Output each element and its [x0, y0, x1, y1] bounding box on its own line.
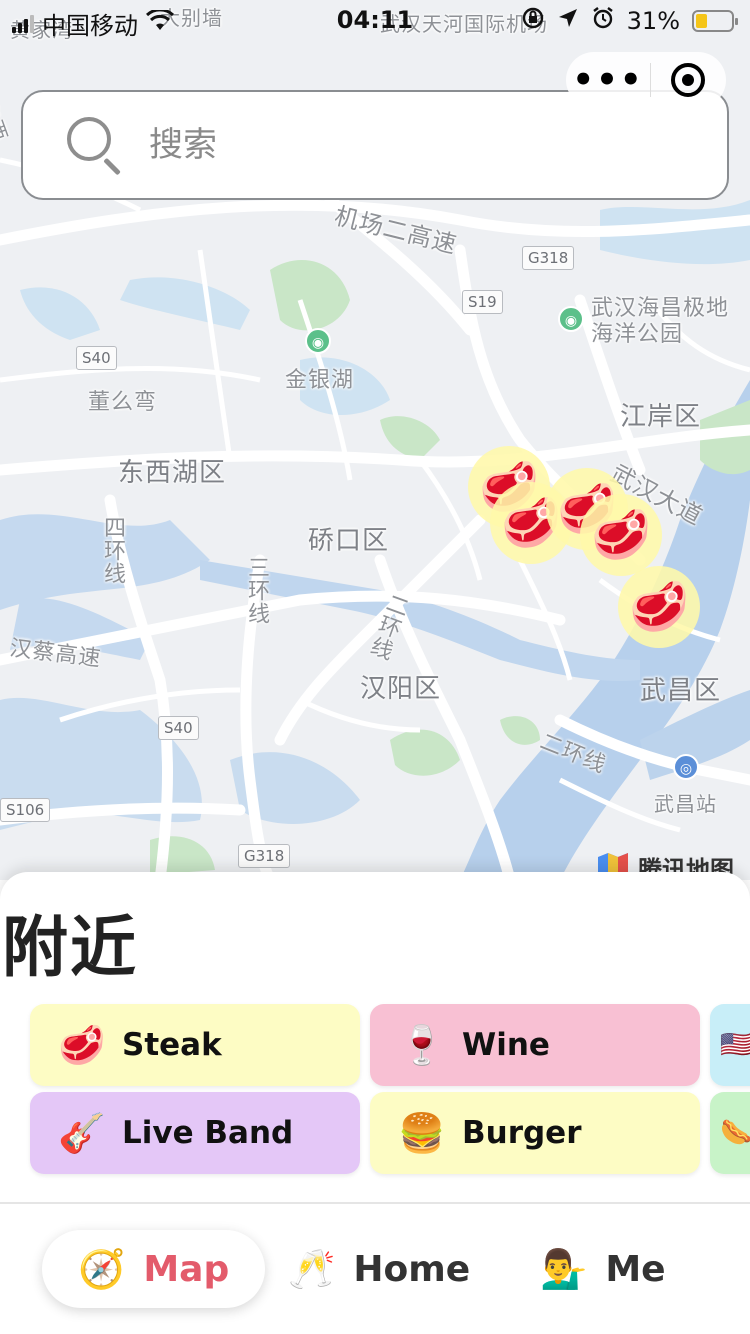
map-label-ring3: 三环线 — [244, 556, 269, 625]
category-wine-button[interactable]: 🍷 Wine — [370, 1004, 700, 1086]
tab-me[interactable]: 💁‍♂️ Me — [540, 1230, 666, 1308]
road-shield-g318: G318 — [522, 246, 575, 270]
map-label-qiaokou: 硚口区 — [308, 526, 390, 556]
category-live-band-button[interactable]: 🎸 Live Band — [30, 1092, 360, 1174]
category-label: Steak — [122, 1027, 222, 1063]
park-camera-icon[interactable]: ◉ — [305, 328, 331, 354]
compass-icon: 🧭 — [78, 1246, 126, 1291]
road-shield-g318: G318 — [238, 844, 291, 868]
station-icon[interactable]: ◎ — [673, 754, 699, 780]
park-camera-icon[interactable]: ◉ — [558, 306, 584, 332]
steak-marker[interactable]: 🥩 — [618, 566, 700, 648]
category-label: Live Band — [122, 1115, 294, 1151]
steak-marker[interactable]: 🥩 — [580, 494, 662, 576]
category-american-button[interactable]: 🇺🇸 — [710, 1004, 750, 1086]
category-hotdog-button[interactable]: 🌭 — [710, 1092, 750, 1174]
alarm-icon — [591, 6, 615, 36]
more-dots-icon[interactable]: ••• — [566, 52, 650, 108]
road-shield-s19: S19 — [462, 290, 503, 314]
map-label-jiangan: 江岸区 — [620, 402, 702, 432]
sheet-title: 附近 — [2, 909, 138, 986]
tab-map[interactable]: 🧭 Map — [42, 1230, 266, 1308]
road-shield-s40: S40 — [158, 716, 199, 740]
map-label-wuchang: 武昌区 — [640, 676, 722, 706]
category-steak-button[interactable]: 🥩 Steak — [30, 1004, 360, 1086]
category-label: Burger — [462, 1115, 582, 1151]
miniprogram-capsule: ••• — [566, 52, 726, 108]
tab-label: Me — [605, 1248, 666, 1290]
map-label-dongxihu: 东西湖区 — [118, 458, 227, 488]
status-bar: 中国移动 04:11 31% — [0, 0, 750, 40]
category-burger-button[interactable]: 🍔 Burger — [370, 1092, 700, 1174]
map-label-wuchang-station: 武昌站 — [654, 792, 717, 816]
hotdog-icon: 🌭 — [720, 1118, 750, 1148]
location-arrow-icon — [557, 7, 579, 35]
search-input[interactable] — [149, 125, 609, 165]
person-tipping-hand-icon: 💁‍♂️ — [540, 1246, 588, 1291]
target-icon — [671, 63, 705, 97]
tab-label: Map — [143, 1248, 230, 1290]
road-shield-s106: S106 — [0, 798, 51, 822]
us-flag-icon: 🇺🇸 — [720, 1030, 750, 1060]
tab-bar: 🧭 Map 🥂 Home 💁‍♂️ Me — [0, 1218, 750, 1328]
map-label-hanyang: 汉阳区 — [360, 674, 442, 704]
road-shield-s40: S40 — [76, 346, 117, 370]
map-label-haichang: 武汉海昌极地 海洋公园 — [591, 296, 730, 347]
guitar-icon: 🎸 — [58, 1110, 106, 1155]
tab-home[interactable]: 🥂 Home — [288, 1230, 470, 1308]
orientation-lock-icon — [521, 6, 545, 36]
nav-divider — [0, 1202, 750, 1204]
map-label-jinyinhu: 金银湖 — [285, 368, 355, 393]
battery-icon — [692, 10, 738, 32]
steak-icon: 🥩 — [58, 1022, 106, 1067]
search-icon — [67, 117, 123, 176]
wine-glass-icon: 🍷 — [398, 1022, 446, 1067]
map-label-ring4: 四环线 — [100, 516, 125, 585]
battery-percent: 31% — [626, 7, 680, 35]
map-label-dongmawan: 董么弯 — [88, 390, 158, 415]
tab-label: Home — [353, 1248, 471, 1290]
champagne-icon: 🥂 — [288, 1246, 336, 1291]
burger-icon: 🍔 — [398, 1110, 446, 1155]
close-miniprogram-button[interactable] — [651, 63, 725, 97]
screen: 黄家湾 大别墙 武汉天河国际机场 机场二高速 武汉海昌极地 海洋公园 金银湖 董… — [0, 0, 750, 1334]
nearby-sheet: 附近 🥩 Steak 🍷 Wine 🇺🇸 🎸 Live Band 🍔 Burge… — [0, 872, 750, 1334]
category-label: Wine — [462, 1027, 550, 1063]
